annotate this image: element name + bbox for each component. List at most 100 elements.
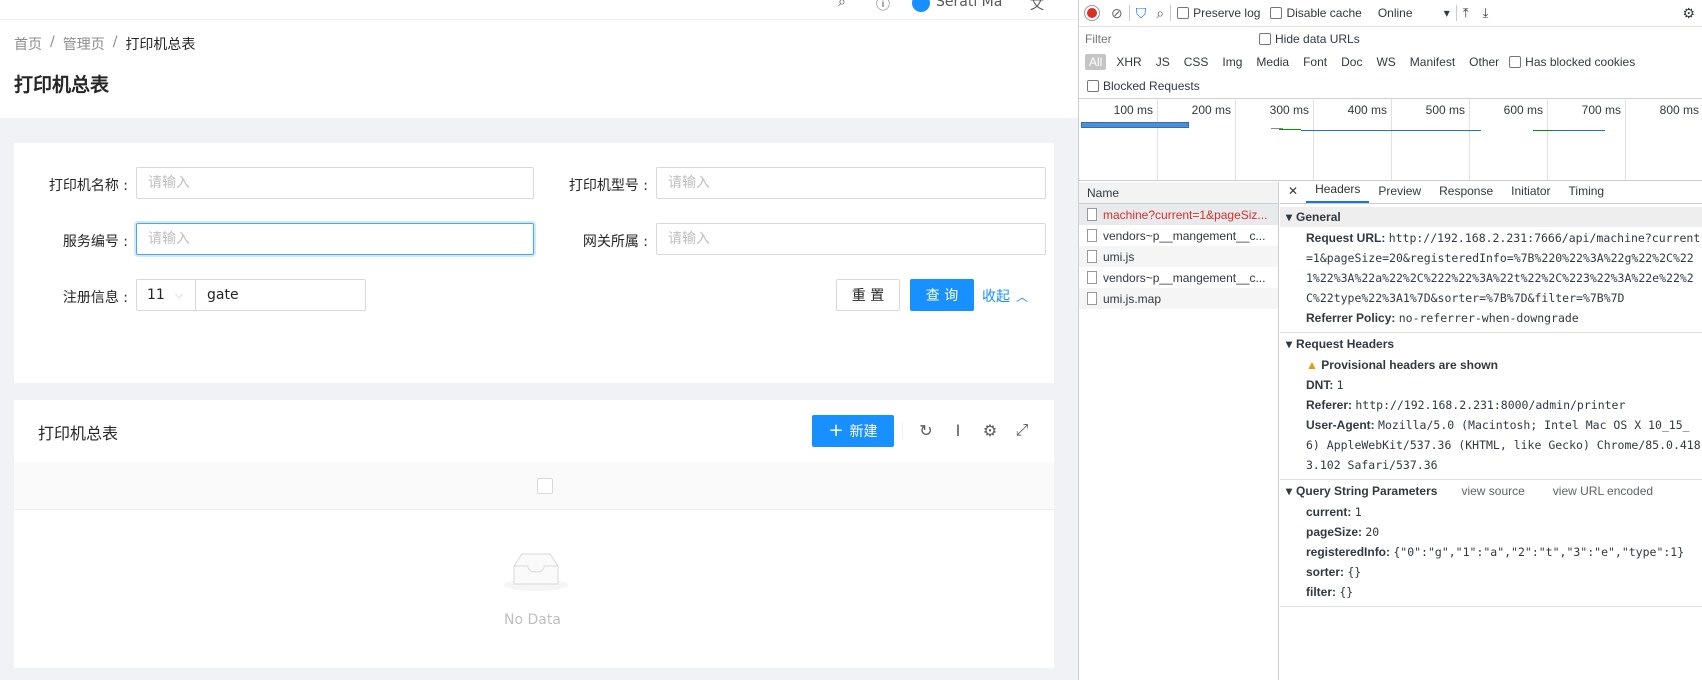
query-param-row: registeredInfo: {"0":"g","1":"a","2":"t"… — [1280, 542, 1702, 562]
printer-model-label: 打印机型号 : — [568, 178, 648, 194]
type-filter-media[interactable]: Media — [1252, 54, 1293, 70]
tab-initiator[interactable]: Initiator — [1502, 184, 1559, 203]
referer-label: Referer: — [1306, 398, 1353, 412]
request-row[interactable]: vendors~p__mangement__c... — [1079, 267, 1278, 288]
triangle-down-icon: ▾ — [1286, 337, 1293, 351]
settings-gear-icon[interactable]: ⚙ — [1682, 5, 1695, 22]
request-name: machine?current=1&pageSiz... — [1103, 207, 1268, 222]
fullscreen-icon[interactable]: ⤢ — [1012, 420, 1032, 440]
service-no-input[interactable] — [136, 223, 534, 255]
page-header: ⌕ ⓘ Serati Ma 文 首页 / 管理页 / 打印机总表 打印机总表 — [0, 0, 1078, 118]
reg-type-select[interactable]: 11 ⌵ — [136, 279, 196, 311]
printer-model-input[interactable] — [656, 167, 1046, 199]
reload-icon[interactable]: ↻ — [916, 420, 936, 440]
detail-tabs: ✕ Headers Preview Response Initiator Tim… — [1280, 182, 1702, 204]
density-icon[interactable]: Ⅰ — [948, 420, 968, 440]
blocked-requests-label: Blocked Requests — [1103, 79, 1200, 93]
query-param-row: sorter: {} — [1280, 562, 1702, 582]
request-url-label: Request URL: — [1306, 231, 1386, 245]
reset-button[interactable]: 重 置 — [836, 279, 900, 311]
query-button[interactable]: 查 询 — [910, 279, 974, 311]
page-title: 打印机总表 — [14, 74, 110, 96]
breadcrumb-home[interactable]: 首页 — [14, 34, 42, 54]
view-source-link[interactable]: view source — [1461, 484, 1524, 498]
filter-input[interactable] — [1085, 31, 1249, 46]
request-row[interactable]: umi.js — [1079, 246, 1278, 267]
record-icon[interactable] — [1085, 6, 1099, 20]
preserve-log-label: Preserve log — [1193, 6, 1261, 20]
import-har-icon[interactable]: ⤒ — [1463, 5, 1469, 21]
hide-data-urls-label: Hide data URLs — [1275, 31, 1360, 46]
tab-timing[interactable]: Timing — [1560, 184, 1614, 203]
request-headers-title: Request Headers — [1296, 337, 1395, 351]
file-icon — [1087, 271, 1097, 284]
table-card: 打印机总表 + 新建 ↻ Ⅰ ⚙ ⤢ No Data — [14, 400, 1054, 668]
disable-cache-checkbox[interactable] — [1270, 7, 1283, 19]
new-label: 新建 — [849, 424, 878, 440]
tab-response[interactable]: Response — [1430, 184, 1502, 203]
blocked-requests-checkbox[interactable] — [1087, 80, 1099, 92]
throttle-select[interactable]: Online ▾ — [1378, 6, 1450, 20]
printer-name-input[interactable] — [136, 167, 534, 199]
request-list: Name machine?current=1&pageSiz... vendor… — [1079, 182, 1279, 680]
query-params-section-header[interactable]: ▾ Query String Parameters view source view … — [1280, 480, 1702, 502]
plus-icon: + — [828, 420, 844, 441]
type-filter-css[interactable]: CSS — [1180, 54, 1213, 70]
collapse-label: 收起 — [982, 289, 1010, 305]
export-har-icon[interactable]: ⤓ — [1483, 5, 1489, 21]
name-column-header[interactable]: Name — [1079, 182, 1278, 204]
table-title: 打印机总表 — [38, 424, 119, 443]
query-param-row: filter: {} — [1280, 582, 1702, 602]
timeline-selection-bar[interactable] — [1081, 122, 1189, 128]
type-filter-xhr[interactable]: XHR — [1112, 54, 1145, 70]
tab-preview[interactable]: Preview — [1369, 184, 1430, 203]
general-section-header[interactable]: ▾ General — [1280, 207, 1702, 227]
timeline-label: 700 ms — [1581, 103, 1621, 117]
breadcrumb-admin[interactable]: 管理页 — [63, 34, 105, 54]
select-all-checkbox[interactable] — [537, 478, 553, 494]
timeline-label: 200 ms — [1191, 103, 1231, 117]
type-filter-js[interactable]: JS — [1152, 54, 1174, 70]
search-icon[interactable]: ⌕ — [838, 0, 846, 10]
request-row[interactable]: umi.js.map — [1079, 288, 1278, 309]
search-icon[interactable]: ⌕ — [1156, 5, 1164, 22]
param-value: 20 — [1365, 525, 1380, 539]
filter-icon[interactable]: ⛉ — [1136, 5, 1147, 22]
type-filter-img[interactable]: Img — [1218, 54, 1246, 70]
type-filter-font[interactable]: Font — [1299, 54, 1331, 70]
close-icon[interactable]: ✕ — [1280, 184, 1306, 203]
timeline-bar — [1279, 129, 1301, 130]
request-row[interactable]: vendors~p__mangement__c... — [1079, 225, 1278, 246]
timeline-bar — [1301, 130, 1481, 131]
file-icon — [1087, 250, 1097, 263]
type-filter-doc[interactable]: Doc — [1337, 54, 1366, 70]
request-row[interactable]: machine?current=1&pageSiz... — [1079, 204, 1278, 225]
dnt-value: 1 — [1336, 378, 1344, 392]
reg-info-input[interactable] — [195, 279, 366, 311]
request-headers-section-header[interactable]: ▾ Request Headers — [1280, 333, 1702, 355]
request-detail: ✕ Headers Preview Response Initiator Tim… — [1280, 182, 1702, 680]
triangle-down-icon: ▾ — [1286, 210, 1293, 224]
avatar[interactable] — [912, 0, 930, 12]
view-url-encoded-link[interactable]: view URL encoded — [1553, 484, 1653, 498]
type-filter-other[interactable]: Other — [1465, 54, 1503, 70]
filter-row: Hide data URLs — [1079, 26, 1702, 50]
type-filter-manifest[interactable]: Manifest — [1406, 54, 1459, 70]
has-blocked-cookies-checkbox[interactable] — [1509, 56, 1522, 68]
tab-headers[interactable]: Headers — [1306, 182, 1370, 203]
language-icon[interactable]: 文 — [1030, 0, 1044, 14]
type-filter-all[interactable]: All — [1085, 54, 1107, 70]
new-button[interactable]: + 新建 — [812, 415, 894, 447]
gateway-input[interactable] — [656, 223, 1046, 255]
referer-value: http://192.168.2.231:8000/admin/printer — [1355, 398, 1626, 412]
collapse-link[interactable]: 收起 ︿ — [982, 286, 1028, 306]
help-icon[interactable]: ⓘ — [876, 0, 890, 14]
preserve-log-checkbox[interactable] — [1177, 7, 1190, 19]
query-params-title: Query String Parameters — [1296, 484, 1438, 498]
clear-icon[interactable]: ⊘ — [1111, 5, 1123, 22]
user-name[interactable]: Serati Ma — [936, 0, 1002, 10]
settings-icon[interactable]: ⚙ — [980, 420, 1000, 440]
hide-data-urls-checkbox[interactable] — [1259, 32, 1271, 45]
type-filter-ws[interactable]: WS — [1372, 54, 1399, 70]
referrer-policy-value: no-referrer-when-downgrade — [1398, 311, 1579, 325]
